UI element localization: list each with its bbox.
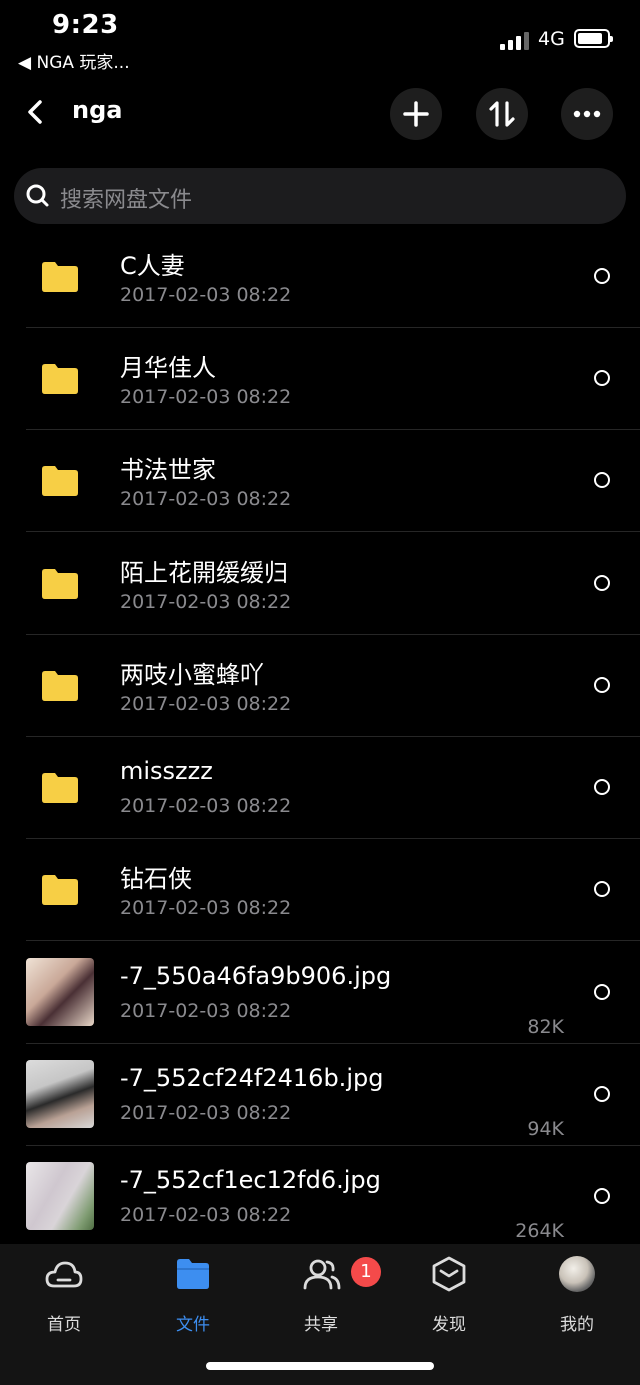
cloud-icon: [45, 1261, 83, 1288]
folder-icon: [42, 569, 78, 599]
select-radio[interactable]: [594, 881, 610, 897]
tab-files[interactable]: 文件: [143, 1254, 243, 1335]
file-date: 2017-02-03 08:22: [120, 488, 292, 510]
file-date: 2017-02-03 08:22: [120, 386, 292, 408]
list-item[interactable]: 两吱小蜜蜂吖 2017-02-03 08:22: [0, 635, 640, 737]
image-thumbnail: [26, 1162, 94, 1230]
page-title: nga: [72, 96, 123, 124]
select-radio[interactable]: [594, 677, 610, 693]
select-radio[interactable]: [594, 575, 610, 591]
select-radio[interactable]: [594, 472, 610, 488]
file-size: 264K: [515, 1220, 564, 1242]
folder-icon: [42, 773, 78, 803]
file-date: 2017-02-03 08:22: [120, 1000, 292, 1022]
search-placeholder: 搜索网盘文件: [60, 188, 193, 213]
search-bar[interactable]: 搜索网盘文件: [14, 168, 626, 224]
list-item[interactable]: 书法世家 2017-02-03 08:22: [0, 430, 640, 532]
nav-header: nga: [0, 84, 640, 142]
select-radio[interactable]: [594, 779, 610, 795]
select-radio[interactable]: [594, 984, 610, 1000]
network-type: 4G: [538, 28, 565, 50]
file-name: -7_552cf24f2416b.jpg: [120, 1064, 384, 1092]
battery-icon: [574, 29, 613, 48]
folder-icon: [42, 262, 78, 292]
file-name: 两吱小蜜蜂吖: [120, 661, 264, 689]
file-name: misszzz: [120, 757, 213, 785]
file-size: 82K: [527, 1016, 564, 1038]
back-button[interactable]: [20, 92, 56, 132]
list-item[interactable]: -7_552cf1ec12fd6.jpg 2017-02-03 08:22 26…: [0, 1146, 640, 1244]
file-name: 钻石侠: [120, 865, 192, 893]
file-name: C人妻: [120, 252, 185, 280]
select-radio[interactable]: [594, 268, 610, 284]
more-dots-icon: [573, 110, 601, 118]
people-icon: [303, 1259, 341, 1290]
folder-icon: [42, 466, 78, 496]
file-list: C人妻 2017-02-03 08:22 月华佳人 2017-02-03 08:…: [0, 226, 640, 1244]
list-item[interactable]: 钻石侠 2017-02-03 08:22: [0, 839, 640, 941]
tab-label: 共享: [304, 1315, 338, 1335]
file-name: -7_552cf1ec12fd6.jpg: [120, 1166, 381, 1194]
add-button[interactable]: [390, 88, 442, 140]
status-bar: 9:23 ◀ NGA 玩家... 4G: [0, 0, 640, 80]
tab-profile[interactable]: 我的: [527, 1254, 627, 1335]
file-name: 书法世家: [120, 456, 216, 484]
tab-label: 首页: [47, 1315, 81, 1335]
file-date: 2017-02-03 08:22: [120, 284, 292, 306]
list-item[interactable]: 陌上花開缓缓归 2017-02-03 08:22: [0, 533, 640, 635]
file-name: 陌上花開缓缓归: [120, 559, 288, 587]
more-button[interactable]: [561, 88, 613, 140]
tab-home[interactable]: 首页: [14, 1254, 114, 1335]
signal-icon: [500, 30, 532, 50]
file-name: -7_550a46fa9b906.jpg: [120, 962, 392, 990]
list-item[interactable]: C人妻 2017-02-03 08:22: [0, 226, 640, 328]
tab-label: 发现: [432, 1315, 466, 1335]
notification-badge: 1: [351, 1257, 381, 1287]
select-radio[interactable]: [594, 1086, 610, 1102]
status-time: 9:23: [52, 10, 119, 40]
search-icon: [26, 184, 49, 207]
list-item[interactable]: misszzz 2017-02-03 08:22: [0, 737, 640, 839]
file-date: 2017-02-03 08:22: [120, 1102, 292, 1124]
cube-icon: [432, 1256, 466, 1292]
file-date: 2017-02-03 08:22: [120, 693, 292, 715]
tab-label: 我的: [560, 1315, 594, 1335]
select-radio[interactable]: [594, 370, 610, 386]
list-item[interactable]: 月华佳人 2017-02-03 08:22: [0, 328, 640, 430]
file-date: 2017-02-03 08:22: [120, 795, 292, 817]
file-name: 月华佳人: [120, 354, 216, 382]
image-thumbnail: [26, 1060, 94, 1128]
avatar: [559, 1256, 595, 1292]
sort-button[interactable]: [476, 88, 528, 140]
tab-label: 文件: [176, 1315, 210, 1335]
list-item[interactable]: -7_552cf24f2416b.jpg 2017-02-03 08:22 94…: [0, 1044, 640, 1146]
folder-icon: [42, 875, 78, 905]
divider: [26, 531, 640, 532]
folder-icon: [177, 1259, 209, 1289]
folder-icon: [42, 364, 78, 394]
file-date: 2017-02-03 08:22: [120, 591, 292, 613]
image-thumbnail: [26, 958, 94, 1026]
file-size: 94K: [527, 1118, 564, 1140]
sort-icon: [489, 101, 515, 127]
list-item[interactable]: -7_550a46fa9b906.jpg 2017-02-03 08:22 82…: [0, 942, 640, 1044]
select-radio[interactable]: [594, 1188, 610, 1204]
chevron-left-icon: [28, 100, 42, 124]
file-date: 2017-02-03 08:22: [120, 1204, 292, 1226]
home-indicator: [206, 1362, 434, 1370]
back-to-app-link[interactable]: ◀ NGA 玩家...: [18, 48, 130, 73]
file-date: 2017-02-03 08:22: [120, 897, 292, 919]
divider: [26, 940, 640, 941]
tab-discover[interactable]: 发现: [399, 1254, 499, 1335]
plus-icon: [403, 101, 429, 127]
folder-icon: [42, 671, 78, 701]
tab-share[interactable]: 1 共享: [271, 1254, 381, 1335]
